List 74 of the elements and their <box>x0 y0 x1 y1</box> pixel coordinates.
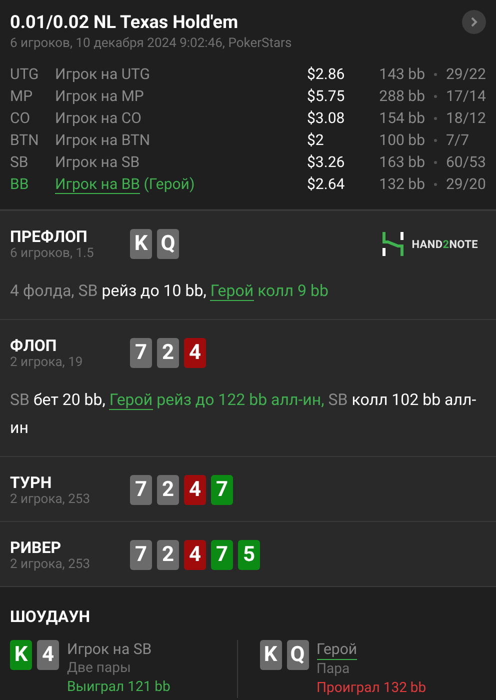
showdown-title: ШОУДАУН <box>10 607 92 626</box>
hand-rank: Две пары <box>67 659 131 678</box>
player-position: BTN <box>10 131 40 149</box>
player-position: UTG <box>10 65 40 83</box>
player-position: BB <box>10 175 30 193</box>
street-info: 6 игроков, 1.5 <box>10 246 95 261</box>
playing-card: 4 <box>184 475 206 505</box>
hand-rank: Пара <box>316 660 350 679</box>
player-stack: $2 <box>307 131 325 149</box>
street-info: 2 игрока, 253 <box>10 557 92 572</box>
player-name: Игрок на MP <box>55 87 144 105</box>
playing-card: 4 <box>37 640 59 670</box>
player-position: CO <box>10 109 32 127</box>
player-bb: 154 bb <box>378 109 425 127</box>
player-stack: $3.26 <box>307 153 346 171</box>
player-stack: $3.08 <box>307 109 346 127</box>
player-stats: 17/14 <box>446 87 486 105</box>
playing-card: Q <box>286 640 308 670</box>
player-name: Игрок на CO <box>55 109 142 127</box>
hero-label: (Герой) <box>144 175 195 193</box>
player-name[interactable]: Игрок на BB <box>55 175 140 194</box>
player-name: Игрок на UTG <box>55 65 150 83</box>
playing-card: 2 <box>157 475 179 505</box>
action-summary: 4 фолда, SB рейз до 10 bb, Герой колл 9 bb <box>10 280 330 303</box>
logo-icon <box>382 232 404 256</box>
logo-text: HAND2NOTE <box>412 238 478 250</box>
playing-card: 2 <box>157 338 179 368</box>
player-name: Игрок на BTN <box>55 131 150 149</box>
playing-card: 7 <box>130 338 152 368</box>
player-stats: 7/7 <box>446 131 470 149</box>
player-stats: 18/12 <box>446 109 486 127</box>
street-info: 2 игрока, 253 <box>10 492 92 507</box>
playing-card: 7 <box>211 540 233 570</box>
player-bb: 143 bb <box>378 65 425 83</box>
hero-link[interactable]: Герой <box>210 281 254 301</box>
hand-result: Выиграл 121 bb <box>67 678 170 697</box>
playing-card: 5 <box>238 540 260 570</box>
playing-card: K <box>130 229 152 259</box>
playing-card: Q <box>157 229 179 259</box>
street-name: РИВЕР <box>10 538 62 557</box>
playing-card: 4 <box>184 540 206 570</box>
playing-card: K <box>260 640 282 670</box>
playing-card: 2 <box>157 540 179 570</box>
playing-card: 4 <box>184 338 206 368</box>
player-stats: 29/22 <box>446 65 486 83</box>
player-bb: 288 bb <box>378 87 425 105</box>
street-info: 2 игрока, 19 <box>10 355 84 370</box>
game-subtitle: 6 игроков, 10 декабря 2024 9:02:46, PokerStars <box>10 36 292 51</box>
playing-card: K <box>10 640 32 670</box>
playing-card: 7 <box>130 475 152 505</box>
next-button[interactable] <box>462 10 486 34</box>
street-name: ФЛОП <box>10 336 58 355</box>
action-summary: SB бет 20 bb, Герой рейз до 122 bb алл-ин, SB колл 102 bb алл-ин <box>10 389 478 439</box>
player-stack: $2.64 <box>307 175 346 193</box>
hero-link[interactable]: Герой <box>109 390 153 410</box>
chevron-right-icon <box>469 16 479 28</box>
player-stack: $5.75 <box>307 87 346 105</box>
street-name: ПРЕФЛОП <box>10 227 88 246</box>
player-bb: 100 bb <box>378 131 425 149</box>
player-position: SB <box>10 153 30 171</box>
game-title: 0.01/0.02 NL Texas Hold'em <box>10 12 240 33</box>
showdown-player: Игрок на SB <box>67 640 152 659</box>
player-name: Игрок на SB <box>55 153 140 171</box>
street-name: ТУРН <box>10 473 53 492</box>
player-stack: $2.86 <box>307 65 346 83</box>
playing-card: 7 <box>130 540 152 570</box>
hand-result: Проиграл 132 bb <box>316 679 426 698</box>
player-stats: 60/53 <box>446 153 486 171</box>
player-bb: 132 bb <box>378 175 425 193</box>
player-stats: 29/20 <box>446 175 486 193</box>
player-bb: 163 bb <box>378 153 425 171</box>
player-position: MP <box>10 87 34 105</box>
showdown-player[interactable]: Герой <box>316 640 358 660</box>
playing-card: 7 <box>211 475 233 505</box>
